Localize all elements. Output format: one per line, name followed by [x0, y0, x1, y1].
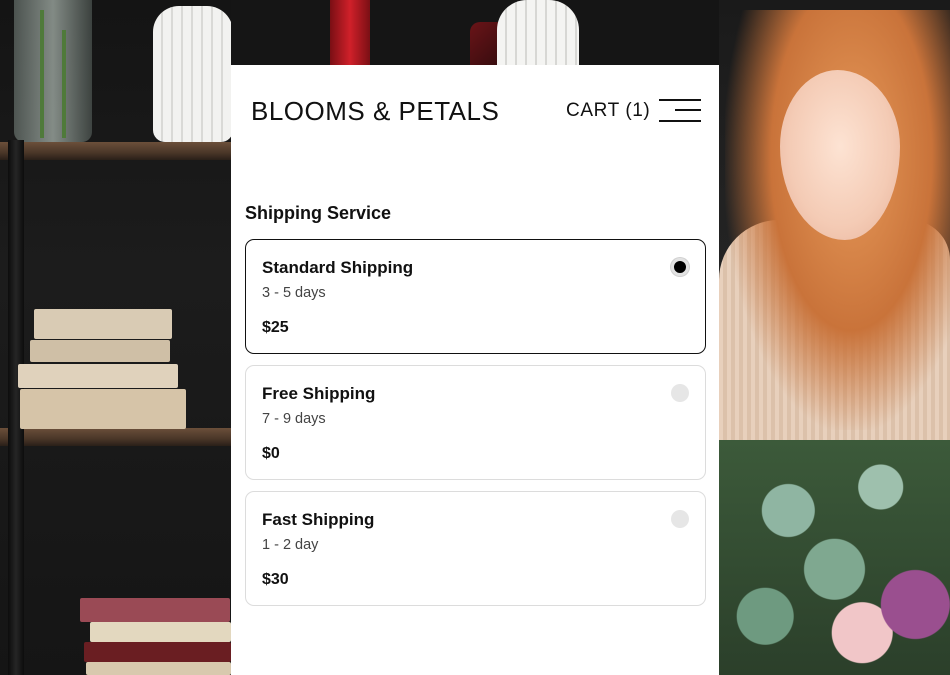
shelf-board	[0, 142, 231, 160]
checkout-panel: BLOOMS & PETALS CART (1) Shipping Servic…	[231, 65, 719, 675]
book	[90, 622, 231, 642]
option-days: 3 - 5 days	[262, 285, 326, 301]
flower-stem	[40, 10, 44, 138]
shipping-service-title: Shipping Service	[245, 203, 392, 223]
book	[86, 662, 231, 675]
flower-stem	[62, 30, 66, 138]
shipping-option-fast[interactable]: Fast Shipping 1 - 2 day $30	[245, 491, 706, 606]
option-price: $25	[262, 319, 289, 336]
option-name: Free Shipping	[262, 384, 376, 403]
shipping-option-free[interactable]: Free Shipping 7 - 9 days $0	[245, 365, 706, 480]
option-price: $30	[262, 571, 289, 588]
flower-bouquet	[719, 440, 950, 675]
book	[34, 309, 172, 339]
option-days: 7 - 9 days	[262, 411, 326, 427]
glass-vase	[14, 0, 92, 142]
option-name: Standard Shipping	[262, 258, 414, 277]
option-price: $0	[262, 445, 280, 462]
shipping-option-standard[interactable]: Standard Shipping 3 - 5 days $25	[245, 239, 706, 354]
radio-button[interactable]	[671, 510, 689, 528]
white-vase	[153, 6, 233, 142]
book	[20, 389, 186, 429]
book	[84, 642, 231, 662]
book	[80, 598, 230, 622]
shelf-backdrop	[0, 0, 233, 675]
option-days: 1 - 2 day	[262, 537, 319, 553]
option-name: Fast Shipping	[262, 510, 375, 529]
shelf-board	[0, 428, 231, 446]
hamburger-menu-icon[interactable]	[659, 98, 701, 124]
red-vase	[330, 0, 370, 65]
top-backdrop	[231, 0, 719, 65]
cart-link[interactable]: CART (1)	[566, 100, 650, 122]
brand-logo[interactable]: BLOOMS & PETALS	[251, 96, 499, 127]
book	[30, 340, 170, 362]
radio-button[interactable]	[671, 384, 689, 402]
radio-button-checked[interactable]	[671, 258, 689, 276]
white-vase	[497, 0, 579, 65]
book	[18, 364, 178, 388]
